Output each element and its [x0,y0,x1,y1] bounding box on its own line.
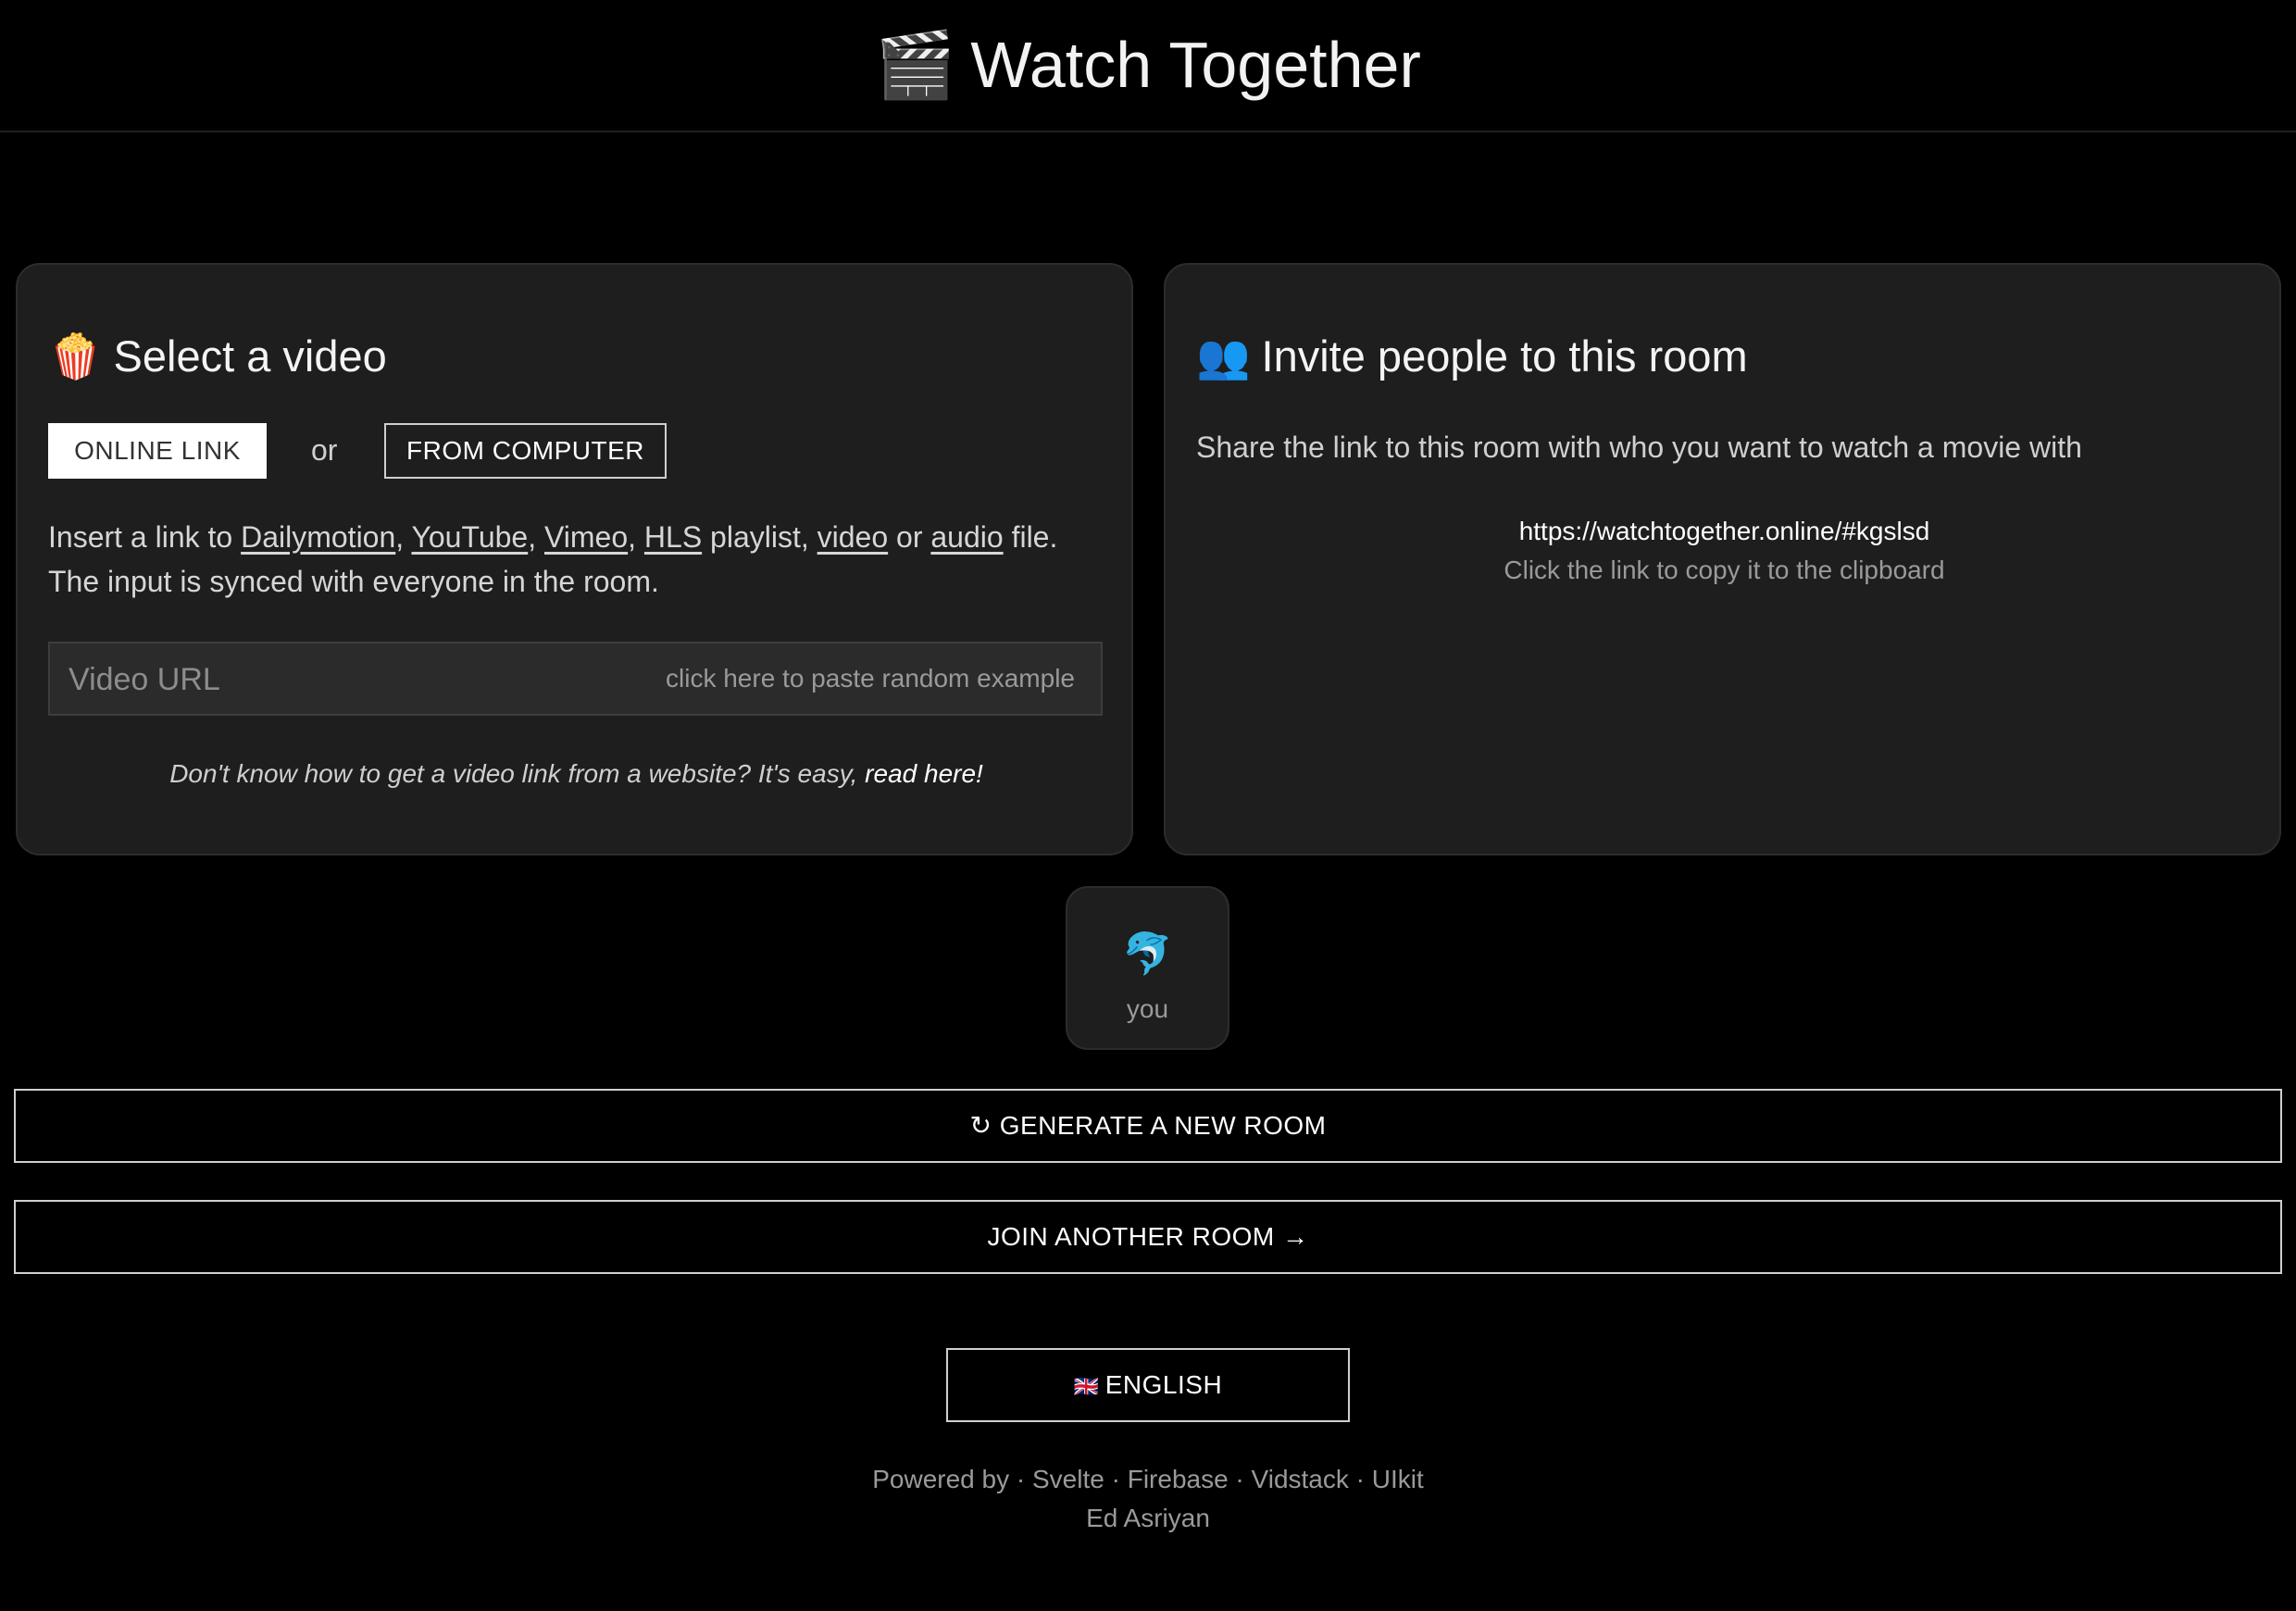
join-another-room-button[interactable]: JOIN ANOTHER ROOM → [14,1200,2282,1274]
app-title: 🎬 Watch Together [875,22,1421,107]
language-button[interactable]: 🇬🇧 ENGLISH [946,1348,1350,1422]
video-instructions: Insert a link to Dailymotion, YouTube, V… [48,515,1113,604]
footer-sep: · [1348,1465,1372,1493]
link-youtube[interactable]: YouTube [411,520,528,554]
link-video[interactable]: video [817,520,889,554]
instructions-prefix: Insert a link to [48,520,242,554]
instructions-sep: , [628,520,644,554]
link-uikit[interactable]: UIkit [1372,1465,1424,1493]
link-hls[interactable]: HLS [644,520,702,554]
dolphin-icon: 🐬 [1122,931,1173,977]
link-svelte[interactable]: Svelte [1032,1465,1104,1493]
link-firebase[interactable]: Firebase [1128,1465,1229,1493]
room-link[interactable]: https://watchtogether.online/#kgslsd [1166,513,2283,550]
video-url-box: click here to paste random example [48,642,1103,716]
invite-card: 👥 Invite people to this room Share the li… [1164,263,2281,855]
instructions-sep: , [395,520,412,554]
instructions-sync-note: The input is synced with everyone in the… [48,565,659,598]
footer-powered-by: Powered by · Svelte · Firebase · Vidstac… [0,1461,2296,1498]
select-video-title-text: Select a video [113,331,387,381]
instructions-sep: , [528,520,544,554]
link-audio[interactable]: audio [930,520,1003,554]
invite-title-text: Invite people to this room [1261,331,1748,381]
instructions-or: or [888,520,931,554]
paste-random-example-button[interactable]: click here to paste random example [666,660,1075,697]
video-url-input[interactable] [50,643,718,716]
instructions-playlist: playlist, [702,520,817,554]
user-tile: 🐬 you [1066,886,1229,1050]
select-video-card: 🍿 Select a video ONLINE LINK or FROM COMP… [16,263,1133,855]
footer-sep: · [1009,1465,1032,1493]
or-label: or [311,433,338,467]
app-title-text: Watch Together [970,29,1421,101]
clapper-board-icon: 🎬 [875,29,956,101]
link-dailymotion[interactable]: Dailymotion [241,520,395,554]
share-instructions: Share the link to this room with who you… [1196,431,2082,464]
footer-sep: · [1104,1465,1128,1493]
user-name: you [1126,994,1169,1023]
help-text-body: Don't know how to get a video link from … [169,759,866,788]
help-text: Don't know how to get a video link from … [18,756,1135,793]
tab-online-link[interactable]: ONLINE LINK [48,423,267,479]
read-here-link[interactable]: read here! [865,759,983,788]
link-vimeo[interactable]: Vimeo [544,520,628,554]
app-header: 🎬 Watch Together [0,0,2296,132]
uk-flag-icon: 🇬🇧 [1073,1375,1100,1398]
footer-sep: · [1228,1465,1252,1493]
footer-author[interactable]: Ed Asriyan [0,1500,2296,1537]
select-video-title: 🍿 Select a video [48,330,387,383]
people-icon: 👥 [1196,331,1251,381]
language-label: ENGLISH [1104,1370,1223,1399]
popcorn-icon: 🍿 [48,331,103,381]
generate-new-room-button[interactable]: ↻ GENERATE A NEW ROOM [14,1089,2282,1163]
invite-title: 👥 Invite people to this room [1196,330,1748,383]
copy-hint: Click the link to copy it to the clipboa… [1504,556,1945,584]
instructions-file: file. [1003,520,1058,554]
tab-from-computer[interactable]: FROM COMPUTER [384,423,667,479]
link-vidstack[interactable]: Vidstack [1252,1465,1349,1493]
powered-by-label: Powered by [872,1465,1010,1493]
